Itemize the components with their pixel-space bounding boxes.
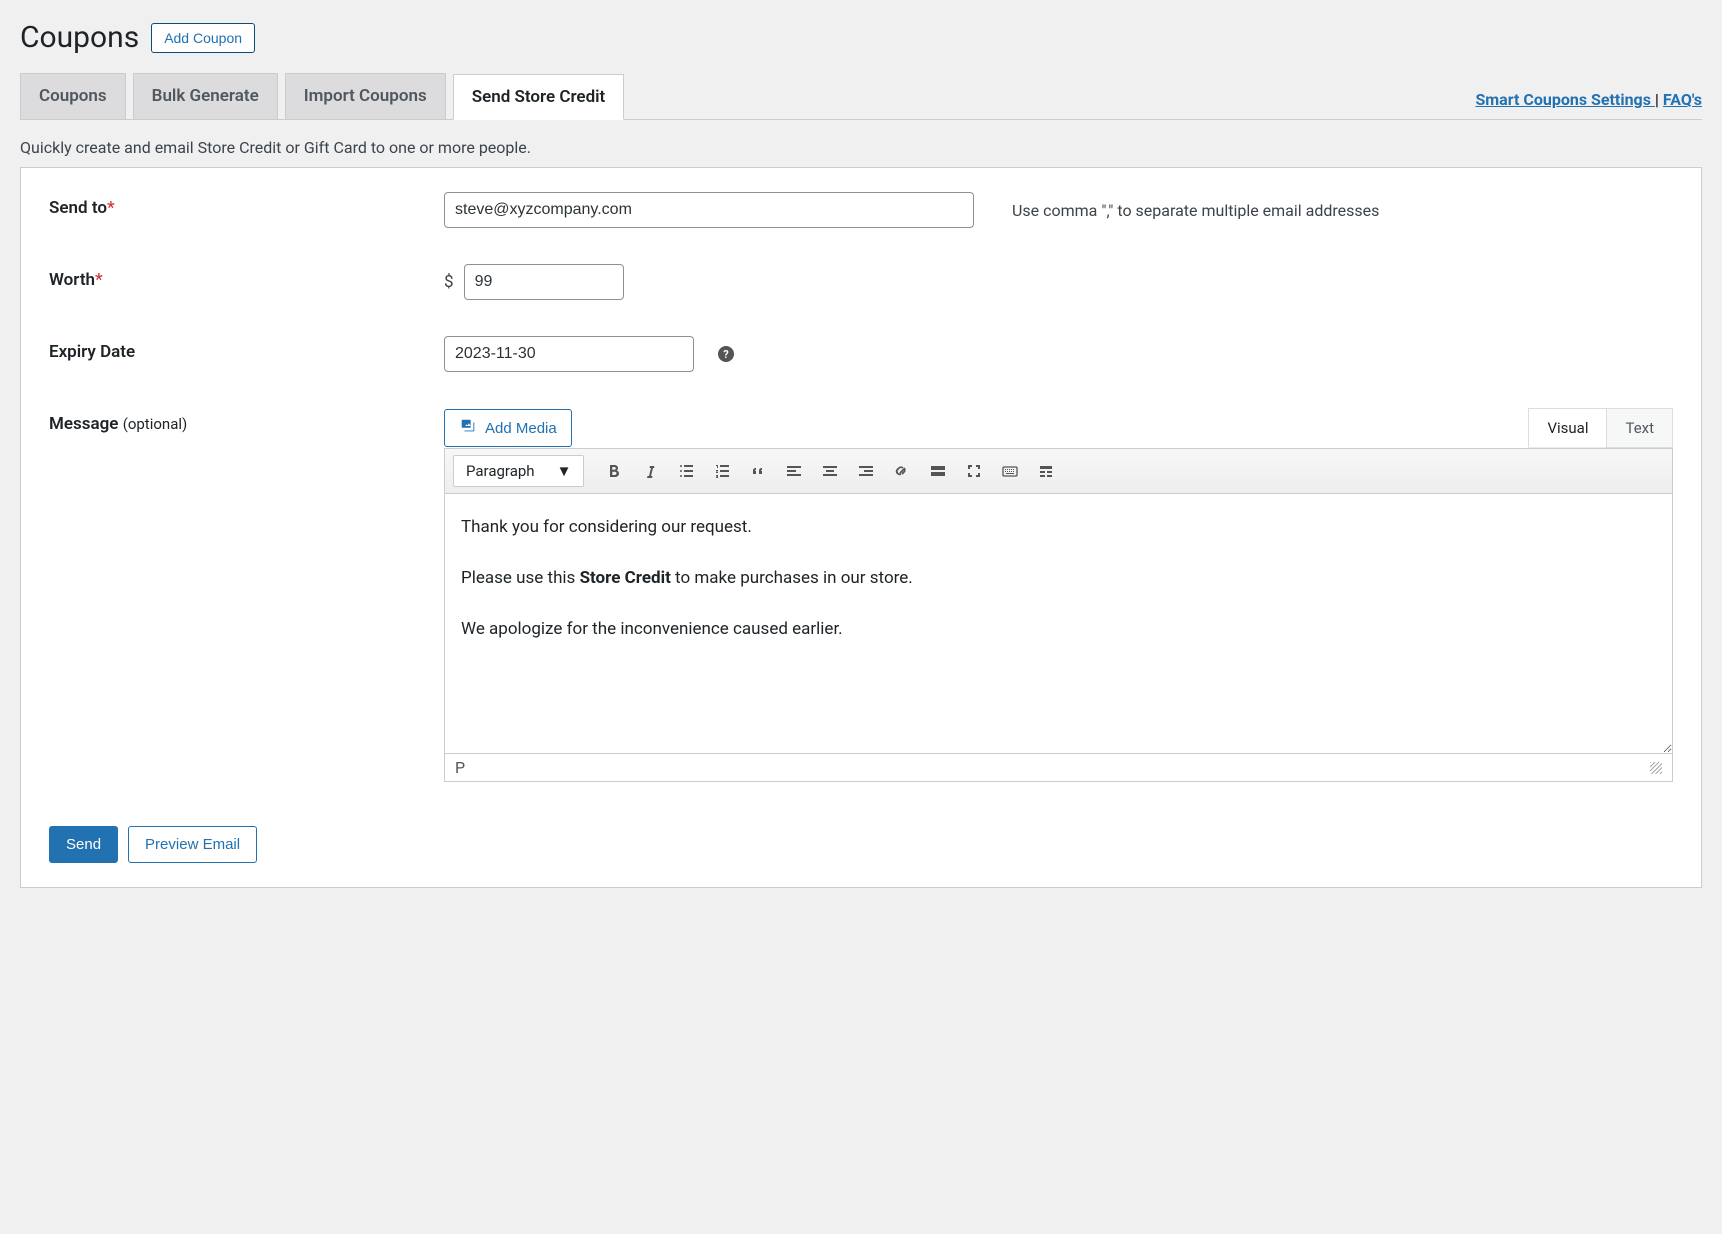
chevron-down-icon: ▼ xyxy=(557,462,572,480)
tab-send-store-credit[interactable]: Send Store Credit xyxy=(453,74,625,120)
send-to-label: Send to* xyxy=(49,192,444,218)
tab-coupons[interactable]: Coupons xyxy=(20,73,126,119)
link-separator: | xyxy=(1655,90,1663,109)
blockquote-icon[interactable] xyxy=(742,455,774,487)
read-more-icon[interactable] xyxy=(922,455,954,487)
add-coupon-button[interactable]: Add Coupon xyxy=(151,23,255,53)
editor-paragraph: Thank you for considering our request. xyxy=(461,514,1656,541)
format-select[interactable]: Paragraph ▼ xyxy=(453,455,584,487)
expiry-label: Expiry Date xyxy=(49,336,444,362)
resize-handle[interactable] xyxy=(1650,762,1662,774)
editor-paragraph: We apologize for the inconvenience cause… xyxy=(461,616,1656,643)
fullscreen-icon[interactable] xyxy=(958,455,990,487)
editor-text-tab[interactable]: Text xyxy=(1606,408,1673,448)
send-button[interactable]: Send xyxy=(49,826,118,863)
worth-label: Worth* xyxy=(49,264,444,290)
editor-body[interactable]: Thank you for considering our request. P… xyxy=(444,494,1673,754)
editor-visual-tab[interactable]: Visual xyxy=(1528,408,1606,448)
send-to-input[interactable] xyxy=(444,192,974,228)
tab-bulk-generate[interactable]: Bulk Generate xyxy=(133,73,278,119)
smart-coupons-settings-link[interactable]: Smart Coupons Settings xyxy=(1475,90,1654,109)
page-title: Coupons xyxy=(20,20,139,55)
expiry-date-input[interactable] xyxy=(444,336,694,372)
media-icon xyxy=(459,417,477,439)
send-to-hint: Use comma "," to separate multiple email… xyxy=(1012,201,1379,220)
bold-icon[interactable] xyxy=(598,455,630,487)
numbered-list-icon[interactable] xyxy=(706,455,738,487)
editor-element-path[interactable]: P xyxy=(455,758,465,777)
worth-input[interactable] xyxy=(464,264,624,300)
editor-status-bar: P xyxy=(444,754,1673,782)
align-right-icon[interactable] xyxy=(850,455,882,487)
preview-email-button[interactable]: Preview Email xyxy=(128,826,257,863)
message-label: Message (optional) xyxy=(49,408,444,434)
italic-icon[interactable] xyxy=(634,455,666,487)
editor-toolbar: Paragraph ▼ xyxy=(444,448,1673,494)
toolbar-toggle-icon[interactable] xyxy=(1030,455,1062,487)
keyboard-icon[interactable] xyxy=(994,455,1026,487)
editor-paragraph: Please use this Store Credit to make pur… xyxy=(461,565,1656,592)
align-left-icon[interactable] xyxy=(778,455,810,487)
align-center-icon[interactable] xyxy=(814,455,846,487)
page-subtitle: Quickly create and email Store Credit or… xyxy=(20,138,1702,157)
tab-import-coupons[interactable]: Import Coupons xyxy=(285,73,446,119)
help-icon[interactable]: ? xyxy=(718,346,734,362)
faqs-link[interactable]: FAQ's xyxy=(1663,90,1702,109)
link-icon[interactable] xyxy=(886,455,918,487)
add-media-button[interactable]: Add Media xyxy=(444,409,572,447)
bullet-list-icon[interactable] xyxy=(670,455,702,487)
send-store-credit-form: Send to* Use comma "," to separate multi… xyxy=(20,167,1702,888)
currency-symbol: $ xyxy=(444,272,454,292)
